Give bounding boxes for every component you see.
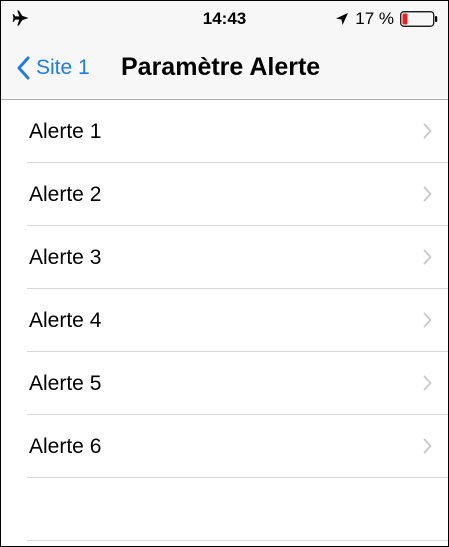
chevron-right-icon <box>423 312 432 328</box>
list-item-label: Alerte 1 <box>29 120 102 143</box>
chevron-right-icon <box>423 438 432 454</box>
list-item-label: Alerte 6 <box>29 435 102 458</box>
list-item-alerte-4[interactable]: Alerte 4 <box>1 289 448 352</box>
chevron-right-icon <box>423 186 432 202</box>
back-button[interactable]: Site 1 <box>16 51 90 85</box>
status-bar: 14:43 17 % <box>1 1 448 39</box>
alert-list: Alerte 1 Alerte 2 Alerte 3 Alerte 4 Aler… <box>1 100 448 541</box>
page-title: Paramètre Alerte <box>121 53 321 81</box>
back-button-label: Site 1 <box>36 56 90 79</box>
chevron-right-icon <box>423 249 432 265</box>
list-item-alerte-3[interactable]: Alerte 3 <box>1 226 448 289</box>
battery-icon <box>400 11 438 27</box>
empty-list-row <box>1 478 448 541</box>
list-item-alerte-5[interactable]: Alerte 5 <box>1 352 448 415</box>
list-item-label: Alerte 5 <box>29 372 102 395</box>
list-item-label: Alerte 3 <box>29 246 102 269</box>
list-item-label: Alerte 4 <box>29 309 102 332</box>
list-item-alerte-2[interactable]: Alerte 2 <box>1 163 448 226</box>
location-arrow-icon <box>336 13 349 25</box>
list-item-alerte-6[interactable]: Alerte 6 <box>1 415 448 478</box>
chevron-right-icon <box>423 123 432 139</box>
status-indicators: 17 % <box>335 8 438 30</box>
list-item-alerte-1[interactable]: Alerte 1 <box>1 100 448 163</box>
chevron-right-icon <box>423 375 432 391</box>
battery-percent: 17 % <box>355 9 394 28</box>
list-item-label: Alerte 2 <box>29 183 102 206</box>
chevron-left-icon <box>17 56 30 80</box>
navigation-bar: Site 1 Paramètre Alerte <box>1 39 448 100</box>
app-screen: 14:43 17 % Site 1 Paramètre Alerte Alert… <box>0 0 449 547</box>
